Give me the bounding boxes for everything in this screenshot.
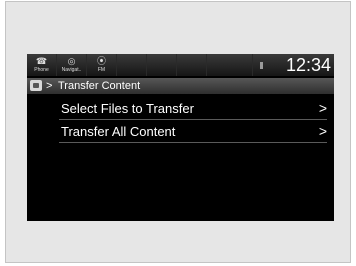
breadcrumb-chevron-icon: >	[46, 80, 53, 92]
signal-icon	[260, 62, 263, 69]
status-slot	[177, 54, 207, 76]
status-slot	[207, 54, 253, 76]
menu-item-select-files[interactable]: Select Files to Transfer >	[59, 98, 327, 120]
status-bar: ☎ Phone ◎ Navigat.. ⦿ FM 12:34	[27, 54, 334, 76]
navigation-icon: ◎	[67, 56, 76, 66]
phone-button[interactable]: ☎ Phone	[27, 54, 57, 76]
phone-label: Phone	[34, 67, 49, 73]
fm-label: FM	[97, 67, 106, 73]
fm-button[interactable]: ⦿ FM	[87, 54, 117, 76]
navigation-button[interactable]: ◎ Navigat..	[57, 54, 87, 76]
display-screen: ☎ Phone ◎ Navigat.. ⦿ FM 12:34 > Transfe…	[27, 54, 334, 221]
menu-item-label: Transfer All Content	[61, 124, 176, 139]
menu-item-label: Select Files to Transfer	[61, 101, 194, 116]
clock: 12:34	[285, 55, 331, 75]
phone-icon: ☎	[35, 56, 48, 66]
navigation-label: Navigat..	[61, 67, 82, 73]
page-title: Transfer Content	[58, 80, 141, 92]
breadcrumb: > Transfer Content	[27, 78, 334, 94]
chevron-right-icon: >	[318, 100, 327, 116]
chevron-right-icon: >	[318, 123, 327, 139]
home-icon[interactable]	[30, 80, 42, 91]
menu-item-transfer-all[interactable]: Transfer All Content >	[59, 121, 327, 143]
status-slot	[117, 54, 147, 76]
fm-icon: ⦿	[96, 56, 106, 66]
status-slot	[147, 54, 177, 76]
